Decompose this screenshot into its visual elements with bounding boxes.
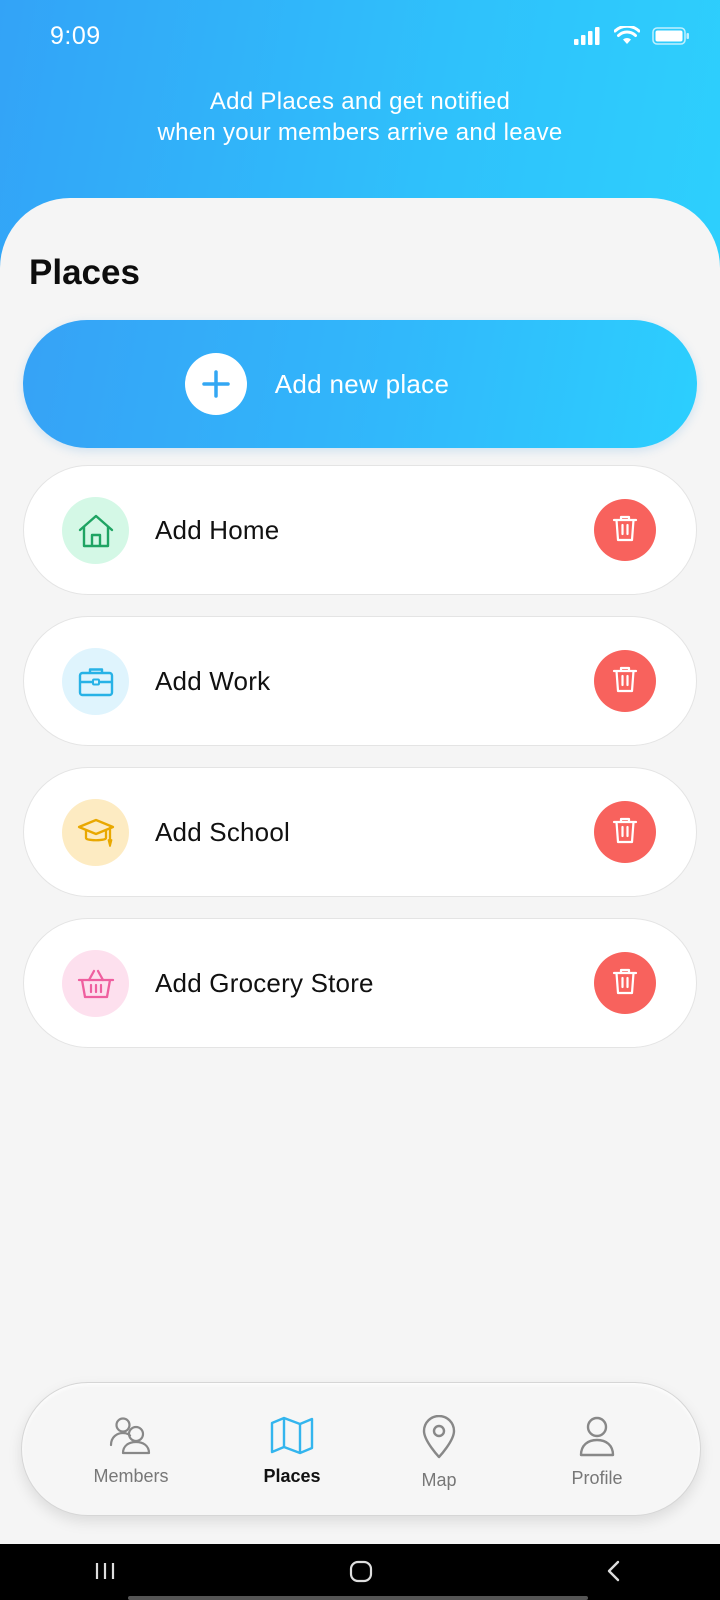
place-card-grocery-store[interactable]: Add Grocery Store [23, 918, 697, 1048]
recents-icon[interactable] [94, 1556, 116, 1591]
place-card-home[interactable]: Add Home [23, 465, 697, 595]
person-icon [575, 1415, 619, 1462]
plus-icon [184, 353, 247, 415]
map-folded-icon [270, 1415, 314, 1460]
nav-label: Map [421, 1470, 457, 1490]
header-message-line-1: Add Places and get notified [209, 88, 511, 115]
back-icon[interactable] [604, 1556, 624, 1591]
home-icon [62, 497, 129, 564]
page-title: Places [29, 253, 140, 292]
status-icons [574, 24, 690, 50]
add-new-place-label: Add new place [274, 368, 450, 399]
header-message-line-2: when your members arrive and leave [157, 119, 563, 146]
delete-work-button[interactable] [594, 650, 656, 712]
nav-label: Profile [571, 1468, 623, 1488]
delete-home-button[interactable] [594, 499, 656, 561]
add-new-place-button[interactable]: Add new place [23, 320, 697, 448]
place-label: Add Grocery Store [155, 968, 374, 998]
trash-icon [611, 664, 639, 699]
status-time: 9:09 [50, 22, 101, 50]
signal-icon [574, 26, 602, 50]
delete-school-button[interactable] [594, 801, 656, 863]
nav-places[interactable]: Places [222, 1415, 362, 1487]
nav-map[interactable]: Map [369, 1414, 509, 1491]
place-label: Add School [155, 817, 290, 847]
wifi-icon [613, 24, 641, 50]
trash-icon [611, 513, 639, 548]
nav-label: Places [263, 1466, 321, 1486]
place-card-school[interactable]: Add School [23, 767, 697, 897]
places-sheet: Places Add new place Add Home Add Work A… [0, 198, 720, 1544]
briefcase-icon [62, 648, 129, 715]
nav-label: Members [93, 1466, 169, 1486]
battery-icon [652, 26, 690, 50]
nav-members[interactable]: Members [61, 1415, 201, 1487]
status-bar: 9:09 [0, 0, 720, 74]
graduation-cap-icon [62, 799, 129, 866]
home-indicator [128, 1596, 588, 1600]
system-nav-bar [0, 1544, 720, 1600]
location-pin-icon [417, 1414, 461, 1464]
trash-icon [611, 815, 639, 850]
place-label: Add Work [155, 666, 271, 696]
delete-grocery-store-button[interactable] [594, 952, 656, 1014]
place-label: Add Home [155, 515, 280, 545]
members-icon [109, 1415, 153, 1460]
basket-icon [62, 950, 129, 1017]
trash-icon [611, 966, 639, 1001]
nav-profile[interactable]: Profile [527, 1415, 667, 1489]
place-card-work[interactable]: Add Work [23, 616, 697, 746]
bottom-nav: Members Places Map Profile [21, 1382, 701, 1516]
home-circle-icon[interactable] [348, 1556, 374, 1591]
header-message: Add Places and get notified when your me… [0, 86, 720, 148]
